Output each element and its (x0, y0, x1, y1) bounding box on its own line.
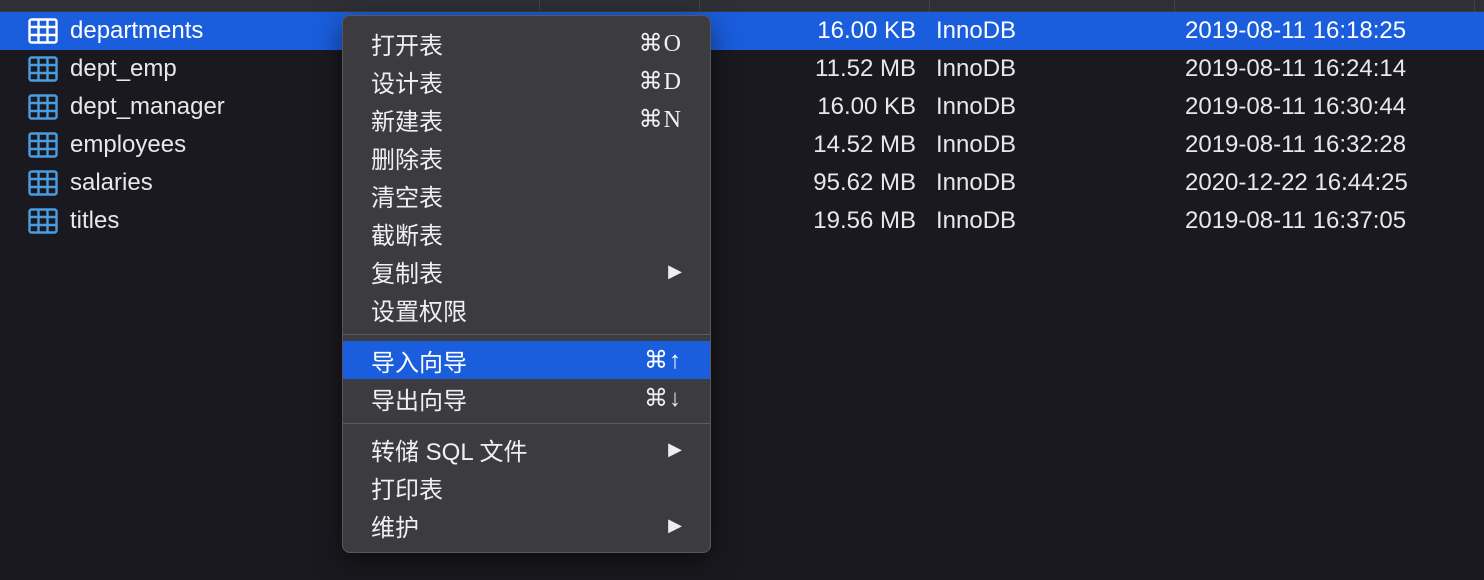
menu-item-label: 截断表 (371, 216, 443, 251)
menu-item-shortcut: ⌘D (639, 67, 682, 96)
table-engine: InnoDB (930, 207, 1175, 235)
table-icon (28, 170, 58, 196)
menu-item-label: 删除表 (371, 140, 443, 175)
table-created: 2019-08-11 16:24:14 (1175, 55, 1475, 83)
col-header-engine[interactable] (930, 0, 1175, 11)
table-created: 2019-08-11 16:37:05 (1175, 207, 1475, 235)
menu-item-shortcut: ⌘O (639, 29, 682, 58)
menu-item-shortcut: ⌘N (639, 105, 682, 134)
menu-item-label: 打印表 (371, 470, 443, 505)
menu-item[interactable]: 清空表 (343, 176, 710, 214)
menu-item[interactable]: 删除表 (343, 138, 710, 176)
table-icon (28, 18, 58, 44)
menu-item-label: 新建表 (371, 102, 443, 137)
menu-item-shortcut: ⌘↓ (644, 384, 682, 413)
table-row[interactable]: departments 16.00 KBInnoDB2019-08-11 16:1… (0, 12, 1484, 50)
menu-item[interactable]: 设置权限 (343, 290, 710, 328)
menu-item[interactable]: 新建表 ⌘N (343, 100, 710, 138)
table-name: salaries (70, 169, 153, 197)
col-header-created[interactable] (1175, 0, 1475, 11)
table-size: 16.00 KB (700, 93, 930, 121)
table-engine: InnoDB (930, 55, 1175, 83)
table-created: 2019-08-11 16:32:28 (1175, 131, 1475, 159)
menu-separator (343, 334, 710, 335)
table-engine: InnoDB (930, 93, 1175, 121)
menu-item-label: 清空表 (371, 178, 443, 213)
submenu-arrow-icon: ▶ (668, 439, 682, 460)
table-size: 14.52 MB (700, 131, 930, 159)
submenu-arrow-icon: ▶ (668, 515, 682, 536)
table-name: dept_manager (70, 93, 225, 121)
table-engine: InnoDB (930, 169, 1175, 197)
table-row[interactable]: dept_emp 11.52 MBInnoDB2019-08-11 16:24:1… (0, 50, 1484, 88)
menu-item-label: 导出向导 (371, 381, 467, 416)
context-menu: 打开表 ⌘O 设计表 ⌘D 新建表 ⌘N 删除表清空表截断表复制表 ▶ 设置权限导入向导 ⌘↑ 导出… (342, 15, 711, 553)
menu-item[interactable]: 打开表 ⌘O (343, 24, 710, 62)
table-name: dept_emp (70, 55, 177, 83)
menu-item-label: 打开表 (371, 26, 443, 61)
menu-item-label: 设置权限 (371, 292, 467, 327)
menu-item[interactable]: 复制表 ▶ (343, 252, 710, 290)
menu-item-label: 设计表 (371, 64, 443, 99)
table-icon (28, 132, 58, 158)
table-icon (28, 56, 58, 82)
table-name: titles (70, 207, 119, 235)
menu-item[interactable]: 截断表 (343, 214, 710, 252)
table-icon (28, 94, 58, 120)
col-header-name[interactable] (0, 0, 540, 11)
col-header-size[interactable] (700, 0, 930, 11)
table-list: departments16.00 KBInnoDB2019-08-11 16:1… (0, 12, 1484, 240)
col-header-rows[interactable] (540, 0, 700, 11)
column-headers (0, 0, 1484, 12)
table-row[interactable]: employees 14.52 MBInnoDB2019-08-11 16:32:… (0, 126, 1484, 164)
table-created: 2020-12-22 16:44:25 (1175, 169, 1475, 197)
table-name: employees (70, 131, 186, 159)
menu-item[interactable]: 导出向导 ⌘↓ (343, 379, 710, 417)
table-size: 16.00 KB (700, 17, 930, 45)
table-icon (28, 208, 58, 234)
table-engine: InnoDB (930, 17, 1175, 45)
table-size: 95.62 MB (700, 169, 930, 197)
menu-item[interactable]: 转储 SQL 文件 ▶ (343, 430, 710, 468)
menu-item[interactable]: 维护 ▶ (343, 506, 710, 544)
table-size: 11.52 MB (700, 55, 930, 83)
menu-item[interactable]: 设计表 ⌘D (343, 62, 710, 100)
menu-item-label: 复制表 (371, 254, 443, 289)
submenu-arrow-icon: ▶ (668, 261, 682, 282)
menu-item[interactable]: 打印表 (343, 468, 710, 506)
menu-item-shortcut: ⌘↑ (644, 346, 682, 375)
menu-separator (343, 423, 710, 424)
table-row[interactable]: titles 19.56 MBInnoDB2019-08-11 16:37:05 (0, 202, 1484, 240)
menu-item-label: 导入向导 (371, 343, 467, 378)
table-row[interactable]: dept_manager 16.00 KBInnoDB2019-08-11 16:… (0, 88, 1484, 126)
menu-item-label: 维护 (371, 508, 419, 543)
table-size: 19.56 MB (700, 207, 930, 235)
table-row[interactable]: salaries 95.62 MBInnoDB2020-12-22 16:44:2… (0, 164, 1484, 202)
table-engine: InnoDB (930, 131, 1175, 159)
table-created: 2019-08-11 16:30:44 (1175, 93, 1475, 121)
table-name: departments (70, 17, 203, 45)
menu-item-label: 转储 SQL 文件 (371, 432, 527, 467)
menu-item[interactable]: 导入向导 ⌘↑ (343, 341, 710, 379)
table-created: 2019-08-11 16:18:25 (1175, 17, 1475, 45)
